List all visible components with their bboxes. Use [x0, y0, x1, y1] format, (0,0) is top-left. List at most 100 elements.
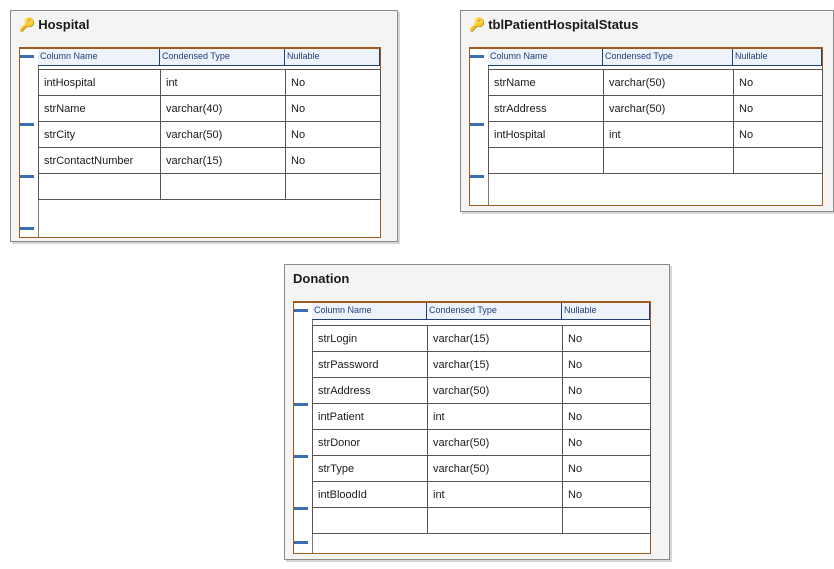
table-row-empty[interactable]: [488, 147, 823, 174]
data-type-cell[interactable]: int: [160, 69, 286, 96]
table-hospital[interactable]: 🔑 Hospital Column Name Condensed Type Nul…: [10, 10, 398, 242]
column-name-cell[interactable]: [488, 147, 604, 174]
nullable-cell[interactable]: No: [562, 377, 651, 404]
table-row[interactable]: strAddress varchar(50) No: [312, 377, 651, 404]
nullable-cell[interactable]: No: [562, 455, 651, 482]
table-row[interactable]: strCity varchar(50) No: [38, 121, 381, 148]
data-type-cell[interactable]: varchar(50): [427, 377, 563, 404]
table-row-empty[interactable]: [312, 507, 651, 534]
column-header[interactable]: Column Name: [38, 49, 160, 65]
nullable-cell[interactable]: No: [562, 403, 651, 430]
column-table: intHospital int No strName varchar(40) N…: [38, 69, 381, 200]
data-type-cell[interactable]: varchar(15): [427, 351, 563, 378]
column-name-cell[interactable]: intPatient: [312, 403, 428, 430]
table-row[interactable]: strPassword varchar(15) No: [312, 351, 651, 378]
nullable-cell[interactable]: No: [733, 121, 823, 148]
selector-bar: [294, 309, 308, 312]
nullable-cell[interactable]: [285, 173, 381, 200]
column-name-cell[interactable]: intBloodId: [312, 481, 428, 508]
nullable-cell[interactable]: No: [733, 69, 823, 96]
column-header[interactable]: Column Name: [312, 303, 427, 319]
table-row[interactable]: strContactNumber varchar(15) No: [38, 147, 381, 174]
table-row[interactable]: strName varchar(40) No: [38, 95, 381, 122]
data-type-cell[interactable]: int: [427, 403, 563, 430]
nullable-cell[interactable]: No: [562, 351, 651, 378]
column-name-cell[interactable]: intHospital: [488, 121, 604, 148]
column-header[interactable]: Nullable: [562, 303, 650, 319]
key-icon: 🔑: [19, 17, 36, 32]
column-grid: Column Name Condensed Type Nullable intH…: [19, 47, 381, 238]
column-name-cell[interactable]: strCity: [38, 121, 161, 148]
table-row[interactable]: intBloodId int No: [312, 481, 651, 508]
data-type-cell[interactable]: varchar(40): [160, 95, 286, 122]
table-row[interactable]: strType varchar(50) No: [312, 455, 651, 482]
column-name-cell[interactable]: strName: [38, 95, 161, 122]
table-row-empty[interactable]: [38, 173, 381, 200]
nullable-cell[interactable]: No: [285, 95, 381, 122]
selector-bar: [20, 227, 34, 230]
data-type-cell[interactable]: varchar(50): [427, 455, 563, 482]
column-header[interactable]: Column Name: [488, 49, 603, 65]
nullable-cell[interactable]: [733, 147, 823, 174]
data-type-cell[interactable]: [603, 147, 734, 174]
table-row[interactable]: strDonor varchar(50) No: [312, 429, 651, 456]
column-name-cell[interactable]: strLogin: [312, 325, 428, 352]
table-row[interactable]: strLogin varchar(15) No: [312, 325, 651, 352]
column-name-cell[interactable]: strPassword: [312, 351, 428, 378]
column-header-row: Column Name Condensed Type Nullable: [312, 303, 650, 320]
column-name-cell[interactable]: strType: [312, 455, 428, 482]
row-selector-column: [470, 49, 489, 205]
column-name-cell[interactable]: strContactNumber: [38, 147, 161, 174]
nullable-cell[interactable]: No: [562, 325, 651, 352]
nullable-cell[interactable]: No: [285, 121, 381, 148]
column-name-cell[interactable]: strAddress: [312, 377, 428, 404]
column-name-cell[interactable]: strDonor: [312, 429, 428, 456]
table-row[interactable]: intHospital int No: [488, 121, 823, 148]
selector-bar: [470, 175, 484, 178]
table-title-label: Donation: [293, 271, 350, 286]
column-header-row: Column Name Condensed Type Nullable: [488, 49, 822, 66]
table-row[interactable]: intHospital int No: [38, 69, 381, 96]
data-type-cell[interactable]: varchar(15): [427, 325, 563, 352]
column-header-row: Column Name Condensed Type Nullable: [38, 49, 380, 66]
column-name-cell[interactable]: [38, 173, 161, 200]
column-name-cell[interactable]: strAddress: [488, 95, 604, 122]
table-row[interactable]: intPatient int No: [312, 403, 651, 430]
column-header[interactable]: Nullable: [285, 49, 380, 65]
column-header[interactable]: Condensed Type: [603, 49, 733, 65]
table-row[interactable]: strName varchar(50) No: [488, 69, 823, 96]
nullable-cell[interactable]: [562, 507, 651, 534]
nullable-cell[interactable]: No: [562, 481, 651, 508]
selector-bar: [294, 541, 308, 544]
selector-bar: [470, 123, 484, 126]
selector-bar: [294, 455, 308, 458]
table-title: 🔑 tblPatientHospitalStatus: [469, 17, 638, 33]
row-selector-column: [20, 49, 39, 237]
data-type-cell[interactable]: varchar(50): [427, 429, 563, 456]
data-type-cell[interactable]: int: [603, 121, 734, 148]
data-type-cell[interactable]: varchar(50): [160, 121, 286, 148]
column-header[interactable]: Condensed Type: [427, 303, 562, 319]
row-selector-column: [294, 303, 313, 553]
selector-bar: [470, 55, 484, 58]
data-type-cell[interactable]: varchar(15): [160, 147, 286, 174]
table-title-label: Hospital: [38, 17, 90, 32]
selector-bar: [20, 123, 34, 126]
column-header[interactable]: Nullable: [733, 49, 822, 65]
table-patient-hospital-status[interactable]: 🔑 tblPatientHospitalStatus Column Name Co…: [460, 10, 834, 212]
nullable-cell[interactable]: No: [733, 95, 823, 122]
data-type-cell[interactable]: [160, 173, 286, 200]
nullable-cell[interactable]: No: [285, 147, 381, 174]
data-type-cell[interactable]: varchar(50): [603, 69, 734, 96]
data-type-cell[interactable]: int: [427, 481, 563, 508]
data-type-cell[interactable]: varchar(50): [603, 95, 734, 122]
nullable-cell[interactable]: No: [285, 69, 381, 96]
column-name-cell[interactable]: strName: [488, 69, 604, 96]
data-type-cell[interactable]: [427, 507, 563, 534]
table-row[interactable]: strAddress varchar(50) No: [488, 95, 823, 122]
column-name-cell[interactable]: intHospital: [38, 69, 161, 96]
column-name-cell[interactable]: [312, 507, 428, 534]
nullable-cell[interactable]: No: [562, 429, 651, 456]
column-header[interactable]: Condensed Type: [160, 49, 285, 65]
table-donation[interactable]: Donation Column Name Condensed Type Null…: [284, 264, 670, 560]
